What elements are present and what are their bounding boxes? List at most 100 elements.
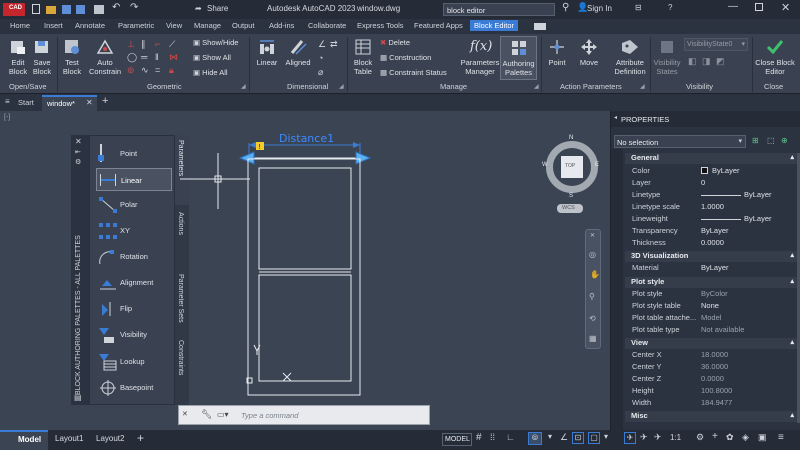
convert-icon[interactable]: ⇄ bbox=[330, 39, 338, 50]
viewcube-face[interactable]: TOP bbox=[561, 156, 583, 178]
isolate-icon[interactable]: ✿ bbox=[726, 432, 734, 443]
property-row[interactable]: Plot style table None bbox=[611, 301, 800, 313]
parallel-icon[interactable]: ∥ bbox=[141, 39, 146, 50]
ortho-icon[interactable]: ∟ bbox=[506, 432, 515, 442]
aligned-constraint-button[interactable]: Aligned bbox=[283, 38, 313, 67]
linear-constraint-button[interactable]: Linear bbox=[253, 38, 281, 67]
settings-icon[interactable]: ⚙ bbox=[696, 432, 704, 443]
palette-item-basepoint[interactable]: Basepoint bbox=[96, 377, 172, 399]
command-customize-icon[interactable]: 🔧︎ bbox=[201, 409, 212, 420]
maximize-icon[interactable] bbox=[755, 3, 763, 11]
layout-tab-model[interactable]: Model bbox=[0, 430, 48, 450]
navigation-bar[interactable]: ✕ ◎ ✋ ⚲ ⟲ ▦ bbox=[585, 229, 601, 349]
make-visible-icon[interactable]: ◧ bbox=[688, 56, 697, 67]
tab-annotate[interactable]: Annotate bbox=[75, 21, 105, 30]
nav-showmotion-icon[interactable]: ▦ bbox=[589, 334, 597, 343]
property-row[interactable]: Plot style ByColor bbox=[611, 289, 800, 301]
close-block-editor-button[interactable]: Close Block Editor bbox=[753, 38, 797, 76]
annotation-visibility-icon[interactable]: ✈ bbox=[640, 432, 648, 443]
property-value[interactable]: ByLayer bbox=[712, 166, 740, 175]
property-value[interactable]: ByLayer bbox=[701, 226, 729, 235]
property-row[interactable]: Center Y 36.0000 bbox=[611, 362, 800, 374]
plus-icon[interactable]: + bbox=[712, 431, 718, 442]
tab-block-editor[interactable]: Block Editor bbox=[470, 20, 519, 31]
annotation-scale-icon[interactable]: ✈ bbox=[624, 432, 636, 444]
new-tab-icon[interactable]: + bbox=[102, 95, 108, 107]
doc-tab-window[interactable]: window* ✕ bbox=[42, 95, 97, 111]
tab-featured-apps[interactable]: Featured Apps bbox=[414, 21, 463, 30]
property-row[interactable]: Center Z 0.0000 bbox=[611, 374, 800, 386]
property-row[interactable]: Lineweight ByLayer bbox=[611, 214, 800, 226]
section-3d-visualization[interactable]: 3D Visualization ▴ bbox=[625, 251, 799, 262]
command-input[interactable]: Type a command bbox=[241, 411, 298, 420]
file-tab-menu-icon[interactable]: ≡ bbox=[5, 97, 10, 106]
tangent-icon[interactable]: ◯ bbox=[127, 52, 137, 63]
coincident-icon[interactable]: ⌐ bbox=[155, 39, 160, 49]
palette-item-polar[interactable]: Polar bbox=[96, 194, 172, 216]
nav-pan-icon[interactable]: ✋ bbox=[590, 270, 600, 279]
property-value[interactable]: 184.9477 bbox=[701, 398, 732, 407]
property-row[interactable]: Thickness 0.0000 bbox=[611, 238, 800, 250]
doc-tab-start[interactable]: Start bbox=[18, 98, 34, 107]
vertical-icon[interactable]: ‖ bbox=[155, 52, 159, 62]
open-icon[interactable] bbox=[46, 6, 56, 14]
tab-view[interactable]: View bbox=[166, 21, 182, 30]
nav-wheel-icon[interactable]: ◎ bbox=[589, 250, 596, 259]
new-icon[interactable] bbox=[32, 4, 40, 14]
block-geometry[interactable]: ! bbox=[180, 123, 440, 403]
tab-output[interactable]: Output bbox=[232, 21, 255, 30]
visibility-state-dropdown[interactable]: VisibilityState0 ▾ bbox=[684, 38, 748, 51]
section-view[interactable]: View ▴ bbox=[625, 338, 799, 349]
constraint-status-button[interactable]: ▦ Constraint Status bbox=[380, 68, 447, 77]
property-row[interactable]: Color ByLayer bbox=[611, 166, 800, 178]
select-objects-icon[interactable]: ⬚ bbox=[767, 136, 775, 145]
cart-icon[interactable]: ⊟ bbox=[635, 3, 642, 12]
search-icon[interactable]: ⚲ bbox=[562, 2, 569, 13]
clean-screen-icon[interactable]: ▣ bbox=[758, 432, 767, 443]
tab-parametric[interactable]: Parametric bbox=[118, 21, 154, 30]
transparency-icon[interactable]: ▾ bbox=[604, 432, 608, 441]
palette-item-visibility[interactable]: Visibility bbox=[96, 324, 172, 346]
construction-button[interactable]: ▦ Construction bbox=[380, 53, 431, 62]
property-value[interactable]: 36.0000 bbox=[701, 362, 728, 371]
tab-collaborate[interactable]: Collaborate bbox=[308, 21, 346, 30]
property-row[interactable]: Linetype ByLayer bbox=[611, 190, 800, 202]
scale-value[interactable]: 1:1 bbox=[670, 433, 681, 442]
fix-icon[interactable]: 🔒︎ bbox=[169, 65, 174, 76]
visibility-mode-icon[interactable]: ◩ bbox=[716, 56, 725, 67]
property-value[interactable]: ByLayer bbox=[744, 190, 772, 199]
panel-expand-icon[interactable]: ◢ bbox=[241, 83, 246, 90]
property-value[interactable]: 0 bbox=[701, 178, 705, 187]
tab-insert[interactable]: Insert bbox=[44, 21, 63, 30]
property-row[interactable]: Height 100.8000 bbox=[611, 386, 800, 398]
tab-home[interactable]: Home bbox=[10, 21, 30, 30]
parameters-manager-button[interactable]: f(x) Parameters Manager bbox=[460, 38, 500, 76]
command-close-icon[interactable]: ✕ bbox=[182, 410, 188, 418]
app-logo[interactable]: CAD bbox=[3, 3, 25, 16]
smooth-icon[interactable]: ∿ bbox=[141, 65, 149, 76]
grid-icon[interactable]: # bbox=[476, 432, 482, 443]
undo-icon[interactable]: ↶ bbox=[112, 2, 120, 13]
palette-item-point[interactable]: Point bbox=[96, 143, 172, 165]
hide-all-button[interactable]: ▣ Hide All bbox=[193, 68, 228, 77]
horizontal-icon[interactable]: ═ bbox=[141, 52, 147, 62]
palette-menu-icon[interactable]: ▤ bbox=[74, 393, 82, 402]
radius-icon[interactable]: ◔ bbox=[318, 53, 323, 63]
property-row[interactable]: Plot table attache... Model bbox=[611, 313, 800, 325]
viewport-controls-icon[interactable]: [-] bbox=[4, 114, 10, 121]
ribbon-options-icon[interactable] bbox=[534, 23, 546, 30]
edit-block-button[interactable]: Edit Block bbox=[5, 38, 31, 76]
move-action-button[interactable]: Move bbox=[575, 38, 603, 67]
property-row[interactable]: Layer 0 bbox=[611, 178, 800, 190]
tab-manage[interactable]: Manage bbox=[194, 21, 221, 30]
hardware-accel-icon[interactable]: ◈ bbox=[742, 432, 749, 443]
property-row[interactable]: Center X 18.0000 bbox=[611, 350, 800, 362]
snap-icon[interactable]: ⁞⁞ bbox=[490, 432, 495, 442]
property-value[interactable]: None bbox=[701, 301, 719, 310]
property-value[interactable]: ByColor bbox=[701, 289, 728, 298]
save-icon[interactable] bbox=[62, 5, 71, 14]
minimize-icon[interactable]: — bbox=[728, 1, 738, 12]
property-row[interactable]: Width 184.9477 bbox=[611, 398, 800, 410]
quick-select-icon[interactable]: ⊕ bbox=[781, 136, 788, 145]
property-value[interactable]: Model bbox=[701, 313, 721, 322]
